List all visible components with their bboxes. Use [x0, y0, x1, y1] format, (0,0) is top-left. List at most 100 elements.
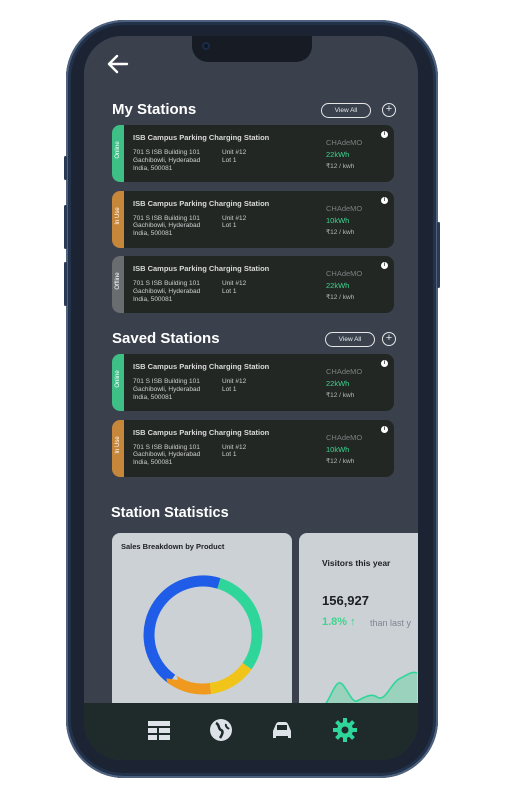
- station-name: ISB Campus Parking Charging Station: [133, 198, 270, 208]
- lot-line: Lot 1: [222, 222, 237, 230]
- price-rate: ₹12 / kwh: [326, 294, 355, 301]
- status-label: Online: [115, 370, 121, 388]
- address-line: India, 500081: [133, 459, 173, 467]
- lot-line: Lot 1: [222, 451, 237, 459]
- mute-switch: [64, 156, 67, 180]
- power-rating: 22kWh: [326, 379, 350, 388]
- station-card[interactable]: Online ISB Campus Parking Charging Statio…: [112, 125, 394, 182]
- info-icon[interactable]: i: [381, 262, 388, 269]
- status-badge: In Use: [112, 419, 124, 477]
- connector-type: CHAdeMO: [326, 432, 363, 442]
- notch: [192, 36, 312, 62]
- address-line: Gachibowli, Hyderabad: [133, 156, 201, 164]
- connector-type: CHAdeMO: [326, 367, 363, 376]
- visitors-value: 156,927: [322, 593, 369, 608]
- status-badge: Online: [112, 125, 124, 182]
- lot-line: Lot 1: [222, 385, 237, 393]
- car-icon[interactable]: [269, 717, 295, 743]
- address-line: Gachibowli, Hyderabad: [133, 385, 201, 393]
- visitors-comparison-text: than last y: [370, 618, 412, 628]
- back-arrow-icon[interactable]: [106, 52, 132, 76]
- station-card[interactable]: Offline ISB Campus Parking Charging Stati…: [112, 256, 394, 313]
- station-card[interactable]: In Use ISB Campus Parking Charging Statio…: [112, 190, 394, 248]
- address-line: Gachibowli, Hyderabad: [133, 222, 201, 230]
- lot-line: Lot 1: [222, 287, 237, 295]
- visitors-card[interactable]: Visitors this year 156,927 1.8% ↑ than l…: [299, 533, 418, 713]
- price-rate: ₹12 / kwh: [326, 392, 355, 399]
- power-button: [437, 222, 440, 288]
- power-rating: 22kWh: [326, 281, 350, 290]
- status-badge: Online: [112, 354, 124, 411]
- unit-line: Unit #12: [222, 214, 247, 222]
- connector-type: CHAdeMO: [326, 138, 363, 147]
- station-name: ISB Campus Parking Charging Station: [133, 264, 270, 273]
- price-rate: ₹12 / kwh: [326, 457, 355, 465]
- station-card[interactable]: Online ISB Campus Parking Charging Statio…: [112, 354, 394, 411]
- station-unit: Unit #12 Lot 1: [222, 378, 246, 394]
- unit-line: Unit #12: [222, 443, 247, 451]
- unit-line: Unit #12: [222, 149, 247, 156]
- station-unit: Unit #12 Lot 1: [222, 444, 246, 460]
- saved-stations-title: Saved Stations: [112, 330, 220, 347]
- info-icon[interactable]: i: [381, 425, 388, 433]
- price-rate: ₹12 / kwh: [326, 228, 355, 236]
- status-badge: In Use: [112, 190, 124, 248]
- address-line: India, 500081: [133, 295, 173, 303]
- station-name: ISB Campus Parking Charging Station: [133, 133, 270, 142]
- station-name: ISB Campus Parking Charging Station: [133, 362, 270, 371]
- info-icon[interactable]: i: [381, 360, 388, 367]
- price-rate: ₹12 / kwh: [326, 163, 355, 170]
- address-line: 701 S ISB Building 101: [133, 214, 200, 222]
- station-name: ISB Campus Parking Charging Station: [133, 427, 270, 437]
- connector-type: CHAdeMO: [326, 269, 363, 278]
- power-rating: 10kWh: [326, 444, 350, 454]
- volume-down-button: [64, 262, 67, 306]
- saved-stations-view-all-button[interactable]: View All: [325, 332, 375, 347]
- station-address: 701 S ISB Building 101 Gachibowli, Hydera…: [133, 444, 200, 467]
- power-rating: 22kWh: [326, 150, 350, 159]
- station-address: 701 S ISB Building 101 Gachibowli, Hydera…: [133, 280, 200, 303]
- status-label: Online: [115, 141, 121, 159]
- address-line: 701 S ISB Building 101: [133, 378, 200, 385]
- up-arrow-icon: ↑: [350, 616, 356, 628]
- visitors-change: 1.8% ↑: [322, 616, 356, 628]
- sales-donut-chart: [143, 575, 263, 695]
- station-unit: Unit #12 Lot 1: [222, 215, 246, 231]
- station-address: 701 S ISB Building 101 Gachibowli, Hydera…: [133, 378, 200, 401]
- sales-breakdown-card[interactable]: Sales Breakdown by Product: [112, 533, 292, 713]
- address-line: 701 S ISB Building 101: [133, 280, 200, 287]
- unit-line: Unit #12: [222, 378, 247, 385]
- connector-type: CHAdeMO: [326, 203, 363, 213]
- status-label: Offline: [115, 272, 121, 290]
- station-unit: Unit #12 Lot 1: [222, 149, 246, 165]
- my-stations-title: My Stations: [112, 101, 197, 118]
- info-icon[interactable]: i: [381, 196, 388, 204]
- station-unit: Unit #12 Lot 1: [222, 280, 246, 296]
- station-card[interactable]: In Use ISB Campus Parking Charging Statio…: [112, 419, 394, 477]
- front-camera: [202, 42, 210, 50]
- address-line: Gachibowli, Hyderabad: [133, 451, 201, 459]
- station-address: 701 S ISB Building 101 Gachibowli, Hydera…: [133, 215, 200, 238]
- address-line: 701 S ISB Building 101: [133, 149, 200, 156]
- dashboard-icon[interactable]: [146, 717, 172, 743]
- globe-icon[interactable]: [208, 717, 234, 743]
- add-station-icon[interactable]: +: [382, 103, 396, 117]
- add-saved-station-icon[interactable]: +: [382, 332, 396, 346]
- power-rating: 10kWh: [326, 215, 350, 225]
- address-line: India, 500081: [133, 230, 173, 238]
- address-line: India, 500081: [133, 393, 173, 401]
- unit-line: Unit #12: [222, 280, 247, 287]
- settings-icon[interactable]: [332, 717, 358, 743]
- volume-up-button: [64, 205, 67, 249]
- status-label: In Use: [115, 206, 121, 225]
- visitors-title: Visitors this year: [322, 558, 391, 568]
- lot-line: Lot 1: [222, 156, 237, 164]
- visitors-change-value: 1.8%: [322, 616, 348, 628]
- station-statistics-title: Station Statistics: [111, 505, 229, 521]
- status-label: In Use: [115, 435, 121, 454]
- info-icon[interactable]: i: [381, 131, 388, 138]
- my-stations-view-all-button[interactable]: View All: [321, 103, 371, 118]
- address-line: 701 S ISB Building 101: [133, 443, 200, 451]
- app-screen: My Stations View All + Online ISB Campus …: [84, 36, 418, 760]
- status-badge: Offline: [112, 256, 124, 313]
